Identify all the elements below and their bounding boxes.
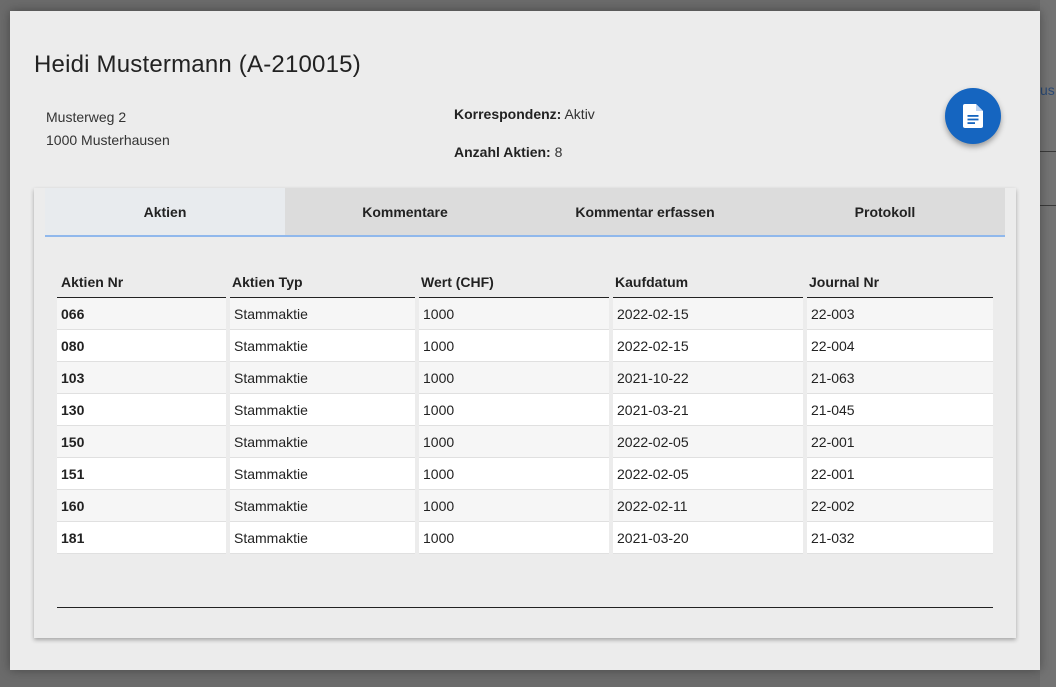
table-row[interactable]: 150 Stammaktie 1000 2022-02-05 22-001 [57,425,993,458]
cell-wert: 1000 [417,329,613,362]
shareholder-dialog: Heidi Mustermann (A-210015) Musterweg 2 … [10,11,1040,670]
cell-aktien-nr: 130 [57,393,230,426]
cell-kaufdatum: 2022-02-05 [611,425,807,458]
cell-wert: 1000 [417,489,613,522]
address-city: 1000 Musterhausen [46,132,170,148]
table-header-row: Aktien Nr Aktien Typ Wert (CHF) Kaufdatu… [57,267,993,298]
cell-kaufdatum: 2022-02-05 [611,457,807,490]
cell-journal-nr: 22-002 [805,489,993,522]
cell-aktien-nr: 150 [57,425,230,458]
table-row[interactable]: 080 Stammaktie 1000 2022-02-15 22-004 [57,329,993,362]
table-row[interactable]: 181 Stammaktie 1000 2021-03-20 21-032 [57,521,993,554]
cell-wert: 1000 [417,361,613,394]
meta-block: Korrespondenz: Aktiv Anzahl Aktien: 8 [454,106,595,182]
document-button[interactable] [945,88,1001,144]
cell-aktien-typ: Stammaktie [228,361,419,394]
cell-aktien-typ: Stammaktie [228,521,419,554]
korrespondenz-label: Korrespondenz: [454,106,562,122]
cell-journal-nr: 21-045 [805,393,993,426]
cell-journal-nr: 22-003 [805,297,993,330]
document-icon [963,104,983,128]
cell-aktien-typ: Stammaktie [228,393,419,426]
table-footer-divider [57,607,993,608]
cell-aktien-nr: 181 [57,521,230,554]
cell-aktien-typ: Stammaktie [228,297,419,330]
anzahl-aktien-row: Anzahl Aktien: 8 [454,144,595,182]
background-divider [1040,205,1056,206]
table-row[interactable]: 160 Stammaktie 1000 2022-02-11 22-002 [57,489,993,522]
cell-aktien-nr: 080 [57,329,230,362]
cell-aktien-nr: 066 [57,297,230,330]
cell-wert: 1000 [417,521,613,554]
tab-kommentare[interactable]: Kommentare [285,188,525,235]
cell-aktien-nr: 160 [57,489,230,522]
aktien-table: Aktien Nr Aktien Typ Wert (CHF) Kaufdatu… [57,267,993,554]
column-header-kaufdatum[interactable]: Kaufdatum [611,267,805,298]
cell-aktien-nr: 151 [57,457,230,490]
cell-kaufdatum: 2021-10-22 [611,361,807,394]
table-row[interactable]: 130 Stammaktie 1000 2021-03-21 21-045 [57,393,993,426]
table-row[interactable]: 151 Stammaktie 1000 2022-02-05 22-001 [57,457,993,490]
cell-journal-nr: 21-032 [805,521,993,554]
korrespondenz-value: Aktiv [564,106,595,122]
cell-journal-nr: 21-063 [805,361,993,394]
cell-journal-nr: 22-001 [805,425,993,458]
cell-kaufdatum: 2021-03-20 [611,521,807,554]
background-divider [1040,151,1056,152]
cell-wert: 1000 [417,297,613,330]
cell-aktien-typ: Stammaktie [228,457,419,490]
cell-wert: 1000 [417,457,613,490]
cell-kaufdatum: 2021-03-21 [611,393,807,426]
background-page [1040,0,1056,687]
anzahl-aktien-value: 8 [554,144,563,160]
cell-journal-nr: 22-004 [805,329,993,362]
korrespondenz-row: Korrespondenz: Aktiv [454,106,595,144]
anzahl-aktien-label: Anzahl Aktien: [454,144,551,160]
dialog-title: Heidi Mustermann (A-210015) [34,51,361,78]
cell-kaufdatum: 2022-02-15 [611,329,807,362]
tab-bar: Aktien Kommentare Kommentar erfassen Pro… [45,188,1005,237]
table-row[interactable]: 103 Stammaktie 1000 2021-10-22 21-063 [57,361,993,394]
tab-kommentar-erfassen[interactable]: Kommentar erfassen [525,188,765,235]
address-street: Musterweg 2 [46,109,127,125]
tab-card: Aktien Kommentare Kommentar erfassen Pro… [34,188,1016,638]
table-row[interactable]: 066 Stammaktie 1000 2022-02-15 22-003 [57,297,993,330]
cell-aktien-typ: Stammaktie [228,425,419,458]
column-header-aktien-nr[interactable]: Aktien Nr [57,267,228,298]
column-header-aktien-typ[interactable]: Aktien Typ [228,267,417,298]
cell-kaufdatum: 2022-02-15 [611,297,807,330]
cell-aktien-typ: Stammaktie [228,329,419,362]
cell-wert: 1000 [417,425,613,458]
cell-aktien-nr: 103 [57,361,230,394]
tab-aktien[interactable]: Aktien [45,188,285,235]
cell-aktien-typ: Stammaktie [228,489,419,522]
column-header-journal-nr[interactable]: Journal Nr [805,267,993,298]
cell-kaufdatum: 2022-02-11 [611,489,807,522]
background-link-fragment: us [1040,82,1055,98]
address-block: Musterweg 2 1000 Musterhausen [46,106,170,152]
cell-journal-nr: 22-001 [805,457,993,490]
cell-wert: 1000 [417,393,613,426]
column-header-wert[interactable]: Wert (CHF) [417,267,611,298]
tab-protokoll[interactable]: Protokoll [765,188,1005,235]
